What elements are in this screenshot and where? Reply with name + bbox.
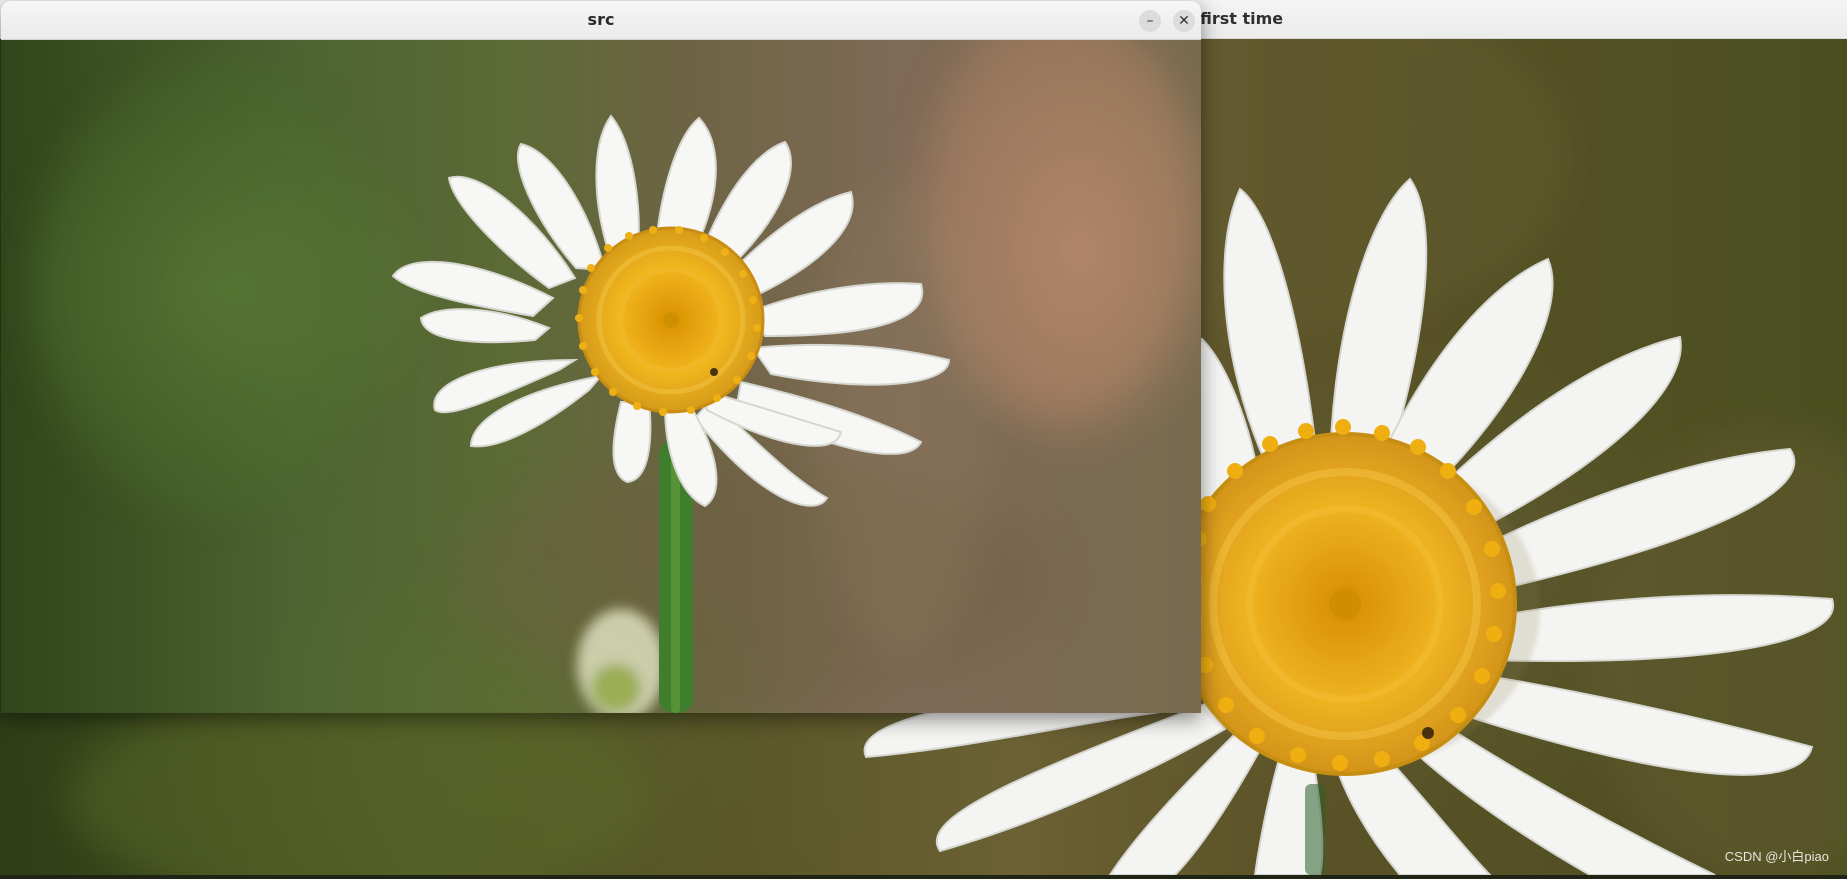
flower bbox=[391, 114, 951, 508]
minimize-icon: – bbox=[1146, 13, 1154, 29]
minimize-button[interactable]: – bbox=[1139, 10, 1161, 32]
close-button[interactable]: ✕ bbox=[1173, 10, 1195, 32]
desktop: first time CSDN @小白piao src – ✕ bbox=[0, 0, 1847, 879]
flower-image bbox=[31, 40, 1201, 713]
watermark-text: CSDN @小白piao bbox=[1724, 849, 1829, 864]
window-title: first time bbox=[1200, 9, 1284, 28]
window-titlebar[interactable]: src – ✕ bbox=[1, 1, 1201, 40]
src-window: src – ✕ bbox=[1, 1, 1201, 713]
window-title: src bbox=[587, 10, 615, 29]
close-icon: ✕ bbox=[1178, 13, 1190, 29]
image-view bbox=[1, 40, 1201, 713]
